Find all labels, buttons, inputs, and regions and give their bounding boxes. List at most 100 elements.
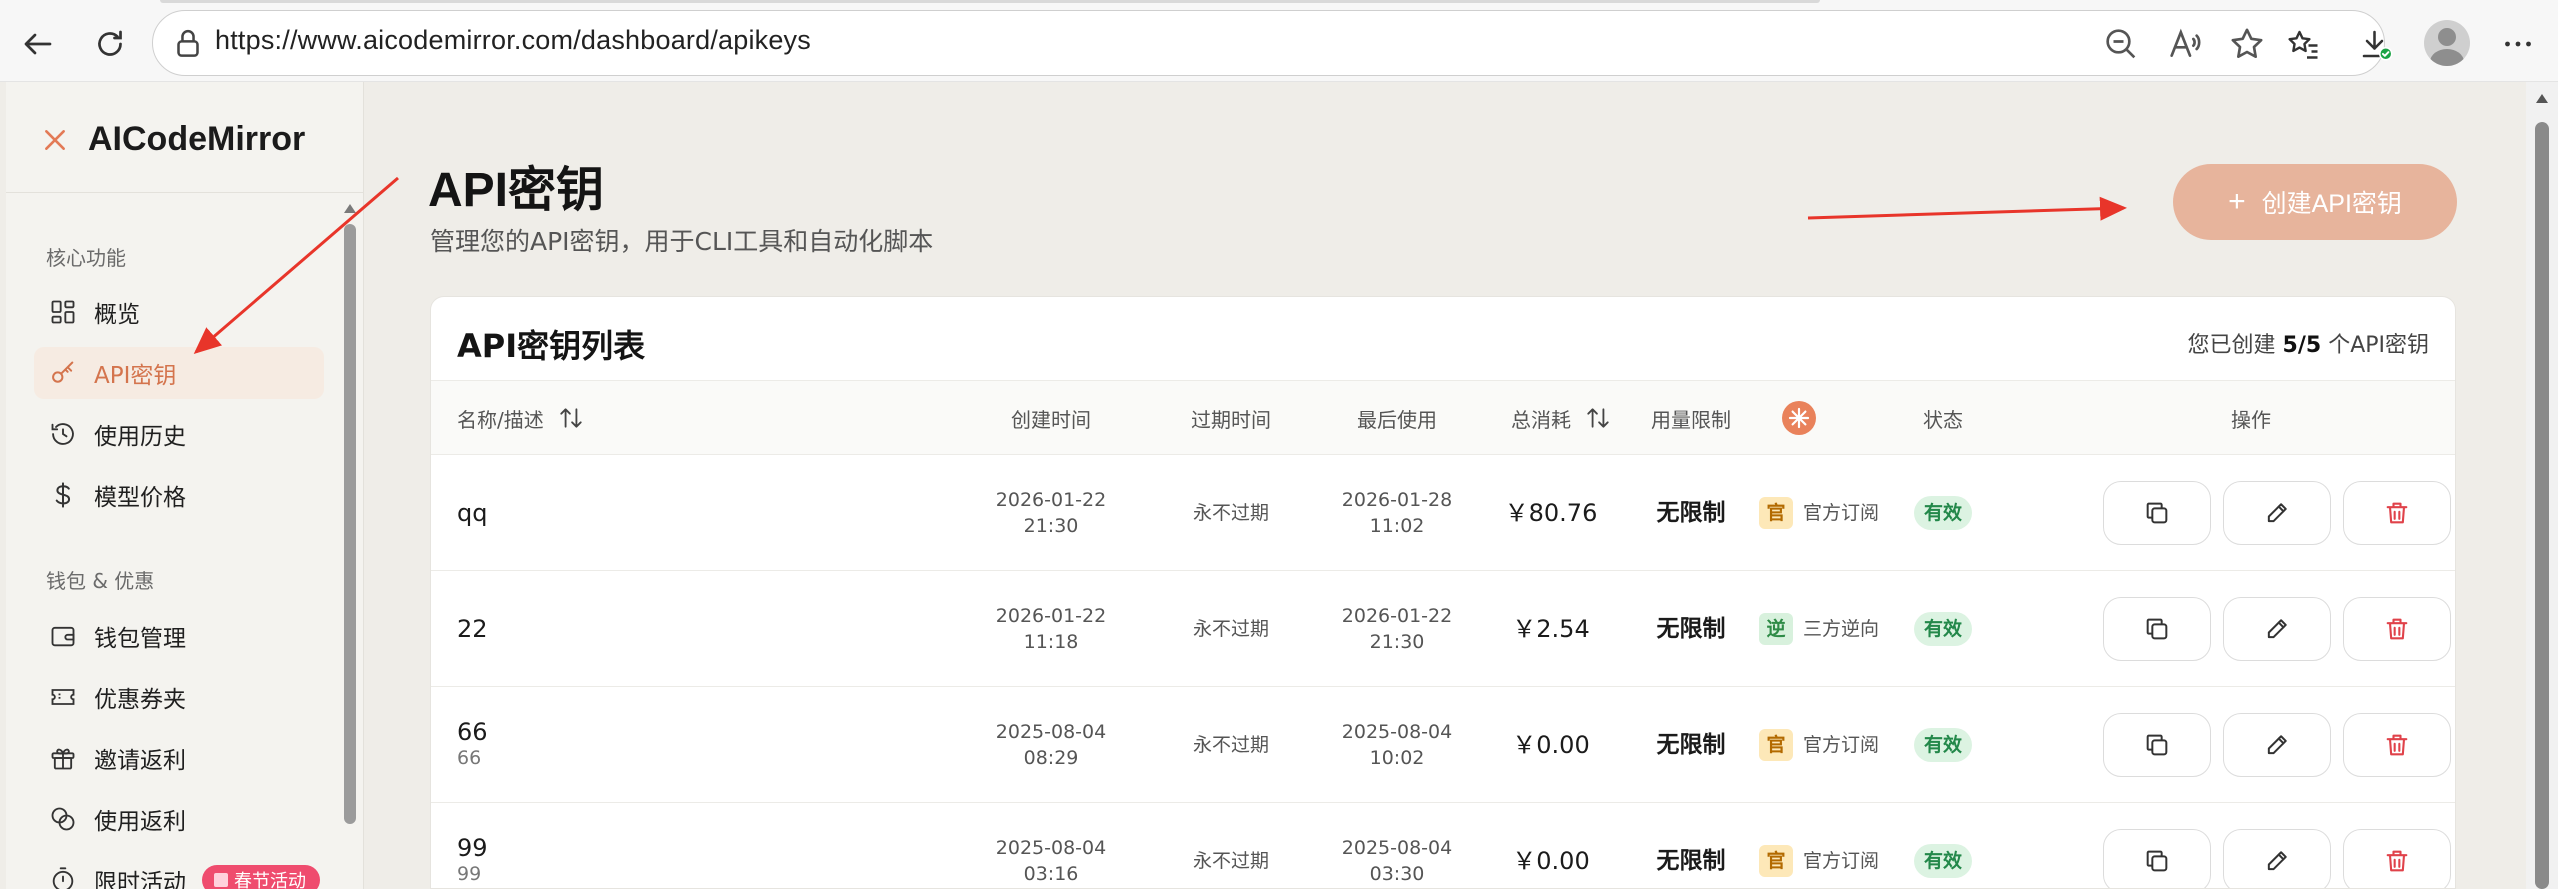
copy-key-button[interactable] (2103, 481, 2211, 545)
edit-pencil-icon (2263, 499, 2291, 527)
column-header-label: 名称/描述 (457, 407, 544, 432)
sidebar-item-overview[interactable]: 概览 (34, 286, 324, 338)
sidebar-item-usage-history[interactable]: 使用历史 (34, 408, 324, 460)
column-header-name[interactable]: 名称/描述 (457, 381, 757, 455)
expires-value: 永不过期 (1192, 618, 1269, 640)
sidebar-item-wallet[interactable]: 钱包管理 (34, 610, 324, 662)
expires-value: 永不过期 (1192, 734, 1269, 756)
usage-limit: 无限制 (1656, 616, 1726, 642)
row-actions (2103, 597, 2455, 661)
zoom-out-icon[interactable] (2101, 24, 2141, 64)
sidebar-item-coupons[interactable]: 优惠券夹 (34, 671, 324, 723)
scroll-up-icon[interactable] (2536, 94, 2548, 103)
trash-icon (2383, 847, 2411, 875)
copy-key-button[interactable] (2103, 829, 2211, 888)
table-row: 99 99 2025-08-04 03:16 永不过期 2025-08-04 03:30 ￥0… (431, 803, 2455, 888)
scroll-up-icon[interactable] (344, 204, 356, 213)
section-label-wallet: 钱包 & 优惠 (46, 569, 155, 593)
status-badge: 有效 (1913, 844, 1972, 878)
favorite-star-icon[interactable] (2227, 24, 2267, 64)
read-aloud-icon[interactable] (2165, 24, 2205, 64)
more-menu-button[interactable] (2490, 16, 2546, 72)
key-name-cell: 99 99 (457, 803, 937, 888)
sidebar-item-api-keys[interactable]: API密钥 (34, 347, 324, 399)
key-description: 99 (457, 863, 482, 885)
created-date: 2026-01-22 (995, 605, 1107, 627)
dollar-icon (48, 480, 78, 510)
copy-key-button[interactable] (2103, 713, 2211, 777)
sidebar-scrollbar[interactable] (340, 200, 360, 889)
address-bar[interactable]: https://www.aicodemirror.com/dashboard/a… (152, 10, 2385, 76)
trash-icon (2383, 615, 2411, 643)
created-time: 03:16 (1023, 863, 1079, 885)
copy-key-button[interactable] (2103, 597, 2211, 661)
status-cell: 有效 (1843, 687, 2043, 803)
page-scrollbar[interactable] (2526, 82, 2558, 889)
close-sidebar-icon[interactable] (42, 127, 68, 153)
total-cost: ￥80.76 (1504, 499, 1598, 527)
created-time: 08:29 (1023, 747, 1079, 769)
create-button-label: 创建API密钥 (2261, 190, 2402, 218)
coins-icon (48, 804, 78, 834)
key-count: 您已创建 5/5 个API密钥 (2188, 327, 2429, 359)
edit-key-button[interactable] (2223, 481, 2331, 545)
source-tag: 逆 (1758, 613, 1793, 645)
edit-pencil-icon (2263, 731, 2291, 759)
wallet-icon (48, 621, 78, 651)
column-header-status: 状态 (1923, 407, 1963, 432)
delete-key-button[interactable] (2343, 713, 2451, 777)
sidebar-item-usage-rebate[interactable]: 使用返利 (34, 793, 324, 845)
copy-icon (2143, 499, 2171, 527)
page-scroll-thumb[interactable] (2535, 122, 2549, 889)
status-cell: 有效 (1843, 571, 2043, 687)
sidebar-item-referral[interactable]: 邀请返利 (34, 732, 324, 784)
last-used-date: 2025-08-04 (1341, 721, 1453, 743)
copy-icon (2143, 847, 2171, 875)
sidebar-item-limited-event[interactable]: 限时活动 春节活动 (34, 854, 324, 889)
sidebar-item-label: 邀请返利 (94, 748, 186, 774)
edit-key-button[interactable] (2223, 829, 2331, 888)
delete-key-button[interactable] (2343, 481, 2451, 545)
browser-toolbar: https://www.aicodemirror.com/dashboard/a… (0, 0, 2558, 82)
source-tag: 官 (1758, 497, 1793, 529)
delete-key-button[interactable] (2343, 597, 2451, 661)
sidebar-item-label: 钱包管理 (94, 626, 186, 652)
column-header-created: 创建时间 (1011, 407, 1091, 432)
delete-key-button[interactable] (2343, 829, 2451, 888)
create-api-key-button[interactable]: + 创建API密钥 (2173, 164, 2457, 240)
created-date: 2026-01-22 (995, 489, 1107, 511)
timer-icon (48, 865, 78, 889)
history-icon (48, 419, 78, 449)
profile-avatar[interactable] (2424, 20, 2470, 66)
back-button[interactable] (10, 16, 66, 72)
key-count-suffix: 个API密钥 (2328, 333, 2429, 358)
favorites-button[interactable] (2276, 16, 2332, 72)
last-used-time: 10:02 (1369, 747, 1425, 769)
edit-key-button[interactable] (2223, 713, 2331, 777)
downloads-button[interactable] (2348, 16, 2404, 72)
status-cell: 有效 (1843, 803, 2043, 888)
url-text[interactable]: https://www.aicodemirror.com/dashboard/a… (215, 25, 811, 56)
sidebar-item-label: API密钥 (94, 363, 177, 389)
refresh-button[interactable] (82, 16, 138, 72)
edit-pencil-icon (2263, 847, 2291, 875)
sidebar-scroll-thumb[interactable] (344, 224, 356, 824)
brand-name: AICodeMirror (88, 120, 306, 158)
sort-icon[interactable] (558, 405, 584, 431)
sidebar-item-model-pricing[interactable]: 模型价格 (34, 469, 324, 521)
row-actions (2103, 829, 2455, 888)
last-used-date: 2026-01-28 (1341, 489, 1453, 511)
status-cell: 有效 (1843, 455, 2043, 571)
edit-key-button[interactable] (2223, 597, 2331, 661)
key-name: 66 (457, 718, 488, 746)
row-actions (2103, 713, 2455, 777)
created-time-cell: 2025-08-04 08:29 (951, 687, 1151, 803)
sidebar-item-label: 优惠券夹 (94, 687, 186, 713)
created-time-cell: 2026-01-22 21:30 (951, 455, 1151, 571)
sidebar-item-label: 使用返利 (94, 809, 186, 835)
promo-badge: 春节活动 (202, 865, 320, 889)
lock-icon[interactable] (169, 24, 207, 62)
annotation-arrow-create-button (1807, 196, 2127, 221)
key-count-prefix: 您已创建 (2187, 333, 2276, 358)
created-time: 11:18 (1023, 631, 1079, 653)
